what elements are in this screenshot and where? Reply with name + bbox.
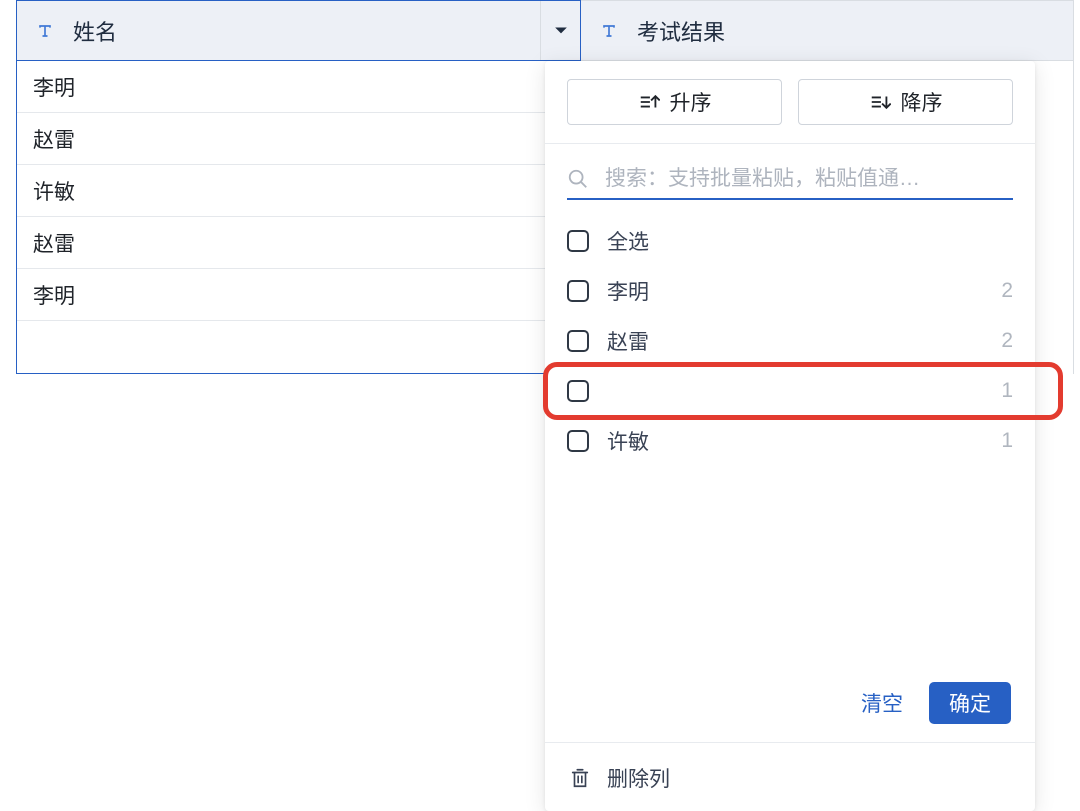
- filter-option-label: 许敏: [607, 426, 983, 456]
- text-type-icon: [35, 21, 55, 41]
- search-icon: [567, 168, 589, 190]
- table-row-empty[interactable]: [17, 321, 580, 373]
- cell-value: 赵雷: [33, 124, 75, 154]
- column-header-result[interactable]: 考试结果: [581, 1, 1073, 61]
- filter-option[interactable]: 李明 2: [567, 266, 1013, 316]
- column-header-name[interactable]: 姓名: [17, 1, 580, 61]
- search-wrap: [545, 144, 1035, 210]
- column-result-label: 考试结果: [637, 15, 725, 47]
- checkbox[interactable]: [567, 430, 589, 452]
- table-row[interactable]: 李明: [17, 269, 580, 321]
- sort-desc-button[interactable]: 降序: [798, 79, 1013, 125]
- cell-value: 许敏: [33, 176, 75, 206]
- sort-buttons-row: 升序 降序: [545, 79, 1035, 143]
- checkbox[interactable]: [567, 280, 589, 302]
- select-all-label: 全选: [607, 226, 1013, 256]
- table-row[interactable]: 赵雷: [17, 113, 580, 165]
- table-row[interactable]: 许敏: [17, 165, 580, 217]
- filter-option-label: 李明: [607, 276, 983, 306]
- column-name: 姓名 李明 赵雷 许敏 赵雷 李明: [16, 0, 581, 374]
- highlight-annotation: [543, 362, 1063, 420]
- column-dropdown-trigger[interactable]: [540, 1, 580, 60]
- confirm-button[interactable]: 确定: [929, 682, 1011, 724]
- filter-option-count: 2: [1001, 279, 1013, 303]
- sort-desc-icon: [869, 91, 891, 113]
- filter-option[interactable]: 许敏 1: [567, 416, 1013, 466]
- filter-option-count: 2: [1001, 329, 1013, 353]
- filter-option-label: 赵雷: [607, 326, 983, 356]
- cell-value: 赵雷: [33, 228, 75, 258]
- column-filter-dropdown: 升序 降序 全选 李明 2 赵雷 2: [545, 61, 1035, 811]
- cell-value: 李明: [33, 280, 75, 310]
- filter-select-all[interactable]: 全选: [567, 216, 1013, 266]
- filter-footer: 清空 确定: [545, 664, 1035, 742]
- cell-value: 李明: [33, 72, 75, 102]
- search-box[interactable]: [567, 160, 1013, 200]
- filter-options-list: 全选 李明 2 赵雷 2 1 许敏 1: [545, 210, 1035, 664]
- sort-asc-icon: [638, 91, 660, 113]
- checkbox[interactable]: [567, 230, 589, 252]
- search-input[interactable]: [603, 166, 1013, 192]
- filter-option-empty[interactable]: 1: [567, 366, 1013, 416]
- filter-option-count: 1: [1001, 379, 1013, 403]
- filter-option-count: 1: [1001, 429, 1013, 453]
- trash-icon: [569, 766, 591, 790]
- sort-desc-label: 降序: [901, 87, 943, 117]
- checkbox[interactable]: [567, 380, 589, 402]
- delete-column-button[interactable]: 删除列: [545, 743, 1035, 811]
- clear-button[interactable]: 清空: [855, 687, 909, 719]
- table-row[interactable]: 李明: [17, 61, 580, 113]
- delete-column-label: 删除列: [607, 763, 670, 793]
- text-type-icon: [599, 21, 619, 41]
- sort-asc-label: 升序: [670, 87, 712, 117]
- sort-asc-button[interactable]: 升序: [567, 79, 782, 125]
- checkbox[interactable]: [567, 330, 589, 352]
- table-row[interactable]: 赵雷: [17, 217, 580, 269]
- filter-option[interactable]: 赵雷 2: [567, 316, 1013, 366]
- column-name-label: 姓名: [73, 15, 117, 47]
